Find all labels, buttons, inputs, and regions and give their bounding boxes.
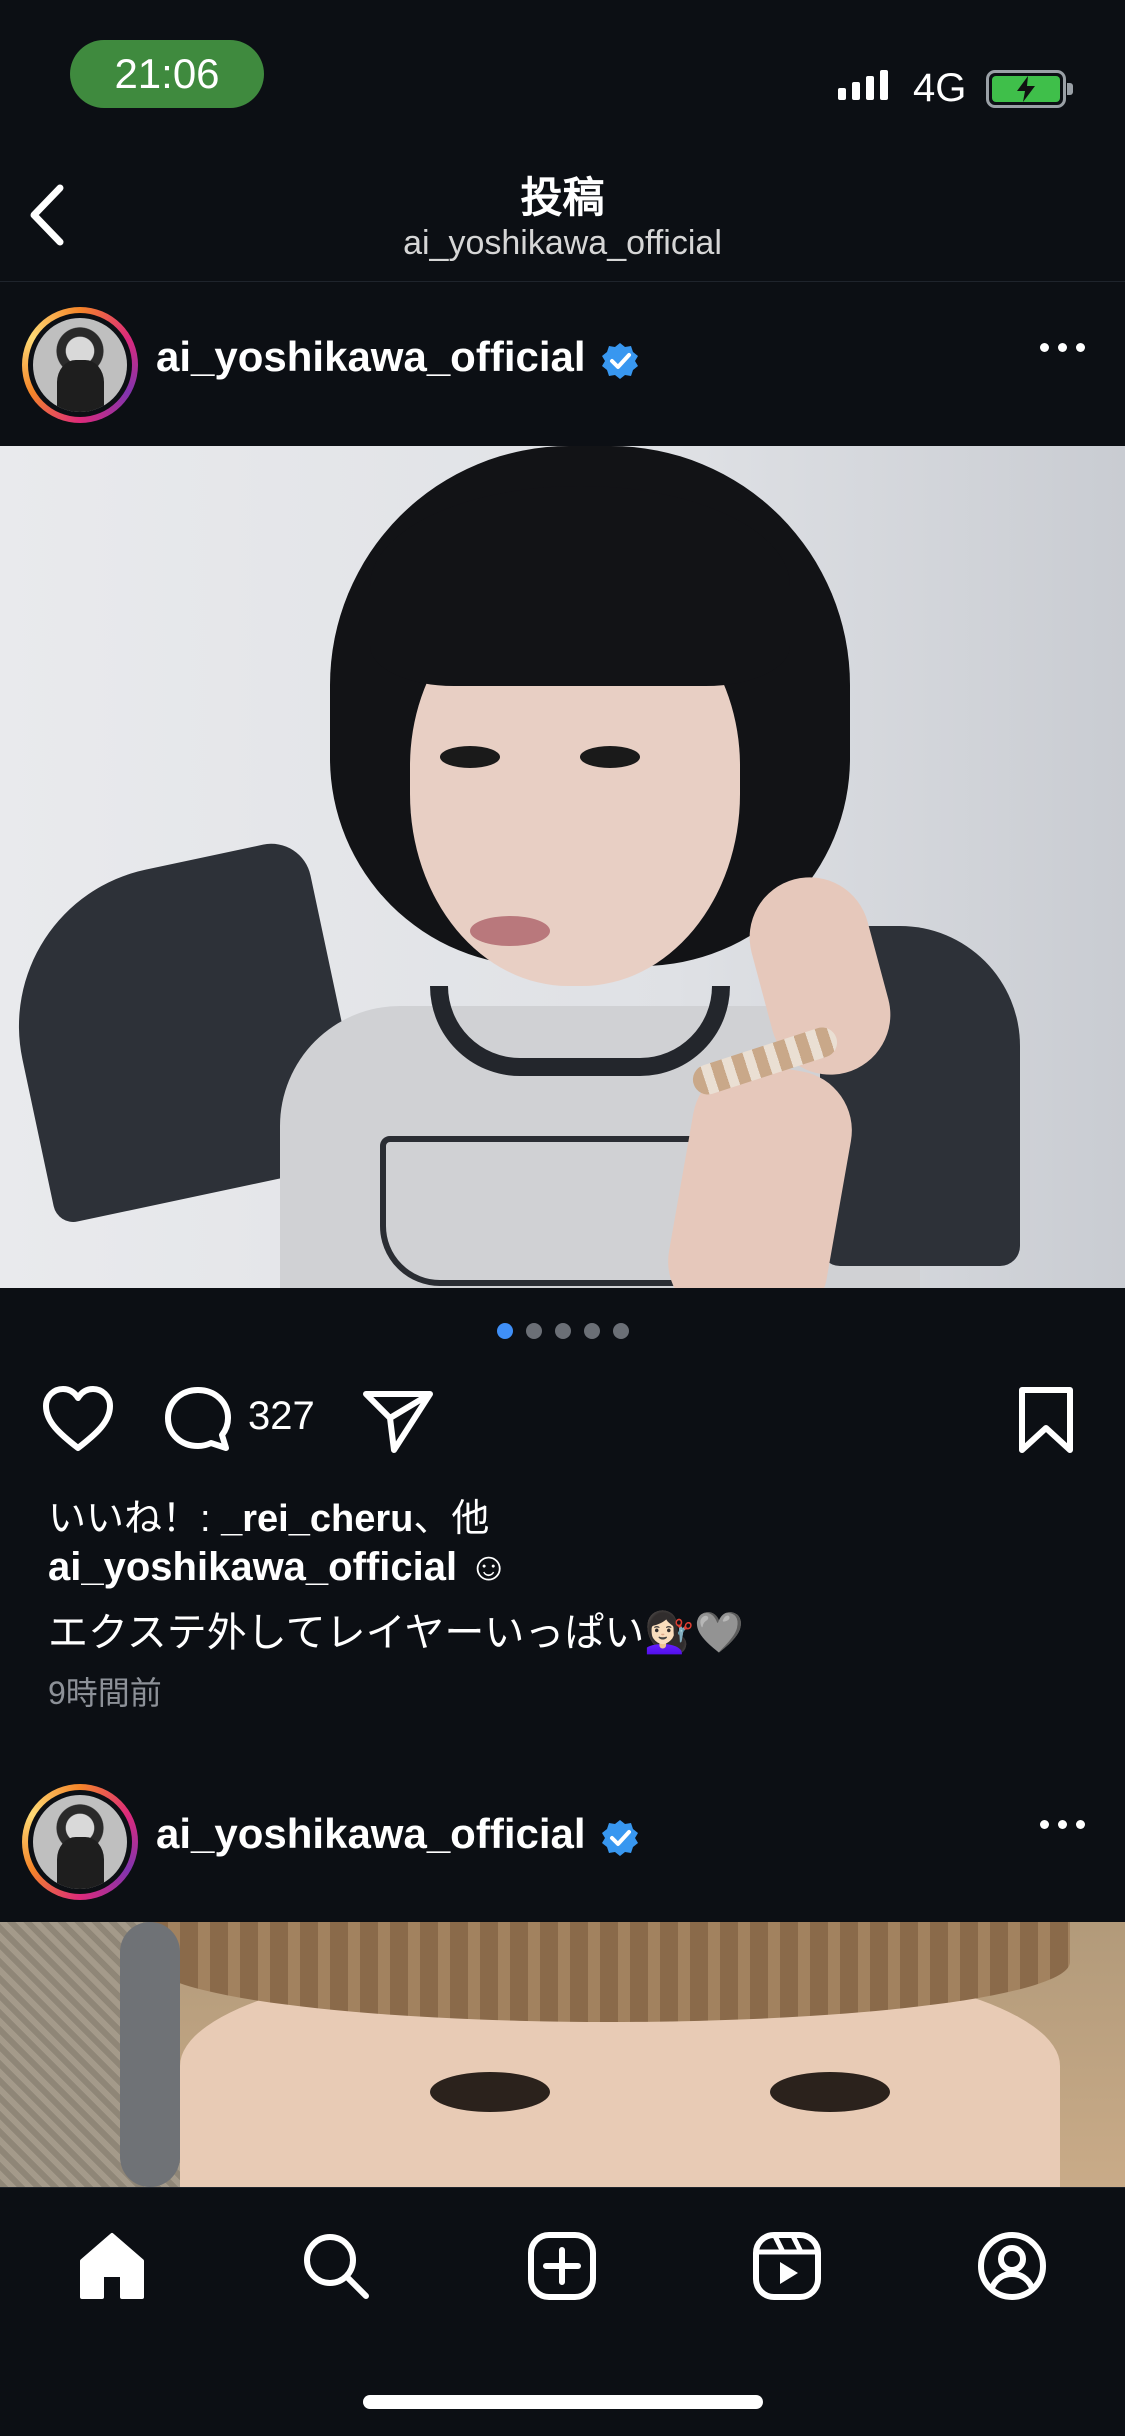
caption-username[interactable]: ai_yoshikawa_official — [48, 1545, 457, 1589]
status-bar: 21:06 4G — [0, 0, 1125, 130]
avatar[interactable] — [22, 307, 138, 423]
post-image[interactable] — [0, 446, 1125, 1288]
carousel-indicator — [0, 1323, 1125, 1339]
comment-button[interactable] — [162, 1384, 234, 1456]
likes-prefix: いいね！: — [48, 1498, 222, 1540]
caption-line: ai_yoshikawa_official ☺︎ — [48, 1545, 509, 1590]
create-icon — [528, 2232, 596, 2300]
page-subtitle: ai_yoshikawa_official — [403, 224, 722, 262]
comment-count: 327 — [248, 1394, 315, 1438]
status-time[interactable]: 21:06 — [70, 40, 264, 108]
like-button[interactable] — [40, 1384, 116, 1454]
post-actions: 327 — [0, 1368, 1125, 1468]
post-header: ai_yoshikawa_official — [0, 283, 1125, 447]
caption-text: エクステ外してレイヤーいっぱい💇🏻‍♀️🩶 — [48, 1611, 745, 1655]
nav-header: 投稿 ai_yoshikawa_official — [0, 130, 1125, 282]
tab-search[interactable] — [296, 2226, 376, 2306]
network-type: 4G — [913, 66, 967, 110]
carousel-dot — [554, 1323, 571, 1339]
post-header: ai_yoshikawa_official — [0, 1760, 1125, 1924]
reels-icon — [753, 2232, 821, 2300]
more-options-button[interactable] — [1040, 1820, 1085, 1829]
page-title: 投稿 — [520, 174, 605, 221]
tab-create[interactable] — [522, 2226, 602, 2306]
carousel-dot — [612, 1323, 629, 1339]
tab-reels[interactable] — [747, 2226, 827, 2306]
more-options-button[interactable] — [1040, 343, 1085, 352]
carousel-dot — [583, 1323, 600, 1339]
likes-text[interactable]: いいね！: _rei_cheru、他 — [48, 1487, 489, 1542]
carousel-dot — [525, 1323, 542, 1339]
carousel-dot — [496, 1323, 513, 1339]
verified-badge-icon — [602, 1820, 638, 1856]
tab-profile[interactable] — [972, 2226, 1052, 2306]
likes-user[interactable]: _rei_cheru — [221, 1498, 413, 1540]
profile-icon — [978, 2232, 1046, 2300]
home-icon — [80, 2233, 144, 2299]
home-indicator[interactable] — [363, 2395, 763, 2409]
tab-home[interactable] — [72, 2226, 152, 2306]
caption-emoji: ☺︎ — [457, 1545, 510, 1589]
post-image[interactable] — [0, 1922, 1125, 2187]
post-username[interactable]: ai_yoshikawa_official — [156, 333, 586, 381]
likes-suffix: 、他 — [413, 1498, 490, 1540]
post-timestamp: 9時間前 — [48, 1675, 162, 1711]
verified-badge-icon — [602, 343, 638, 379]
search-icon — [304, 2234, 369, 2299]
signal-icon — [838, 70, 888, 100]
post-username[interactable]: ai_yoshikawa_official — [156, 1810, 586, 1858]
save-button[interactable] — [1016, 1384, 1076, 1456]
share-button[interactable] — [360, 1384, 436, 1456]
battery-icon — [986, 70, 1073, 108]
avatar[interactable] — [22, 1784, 138, 1900]
